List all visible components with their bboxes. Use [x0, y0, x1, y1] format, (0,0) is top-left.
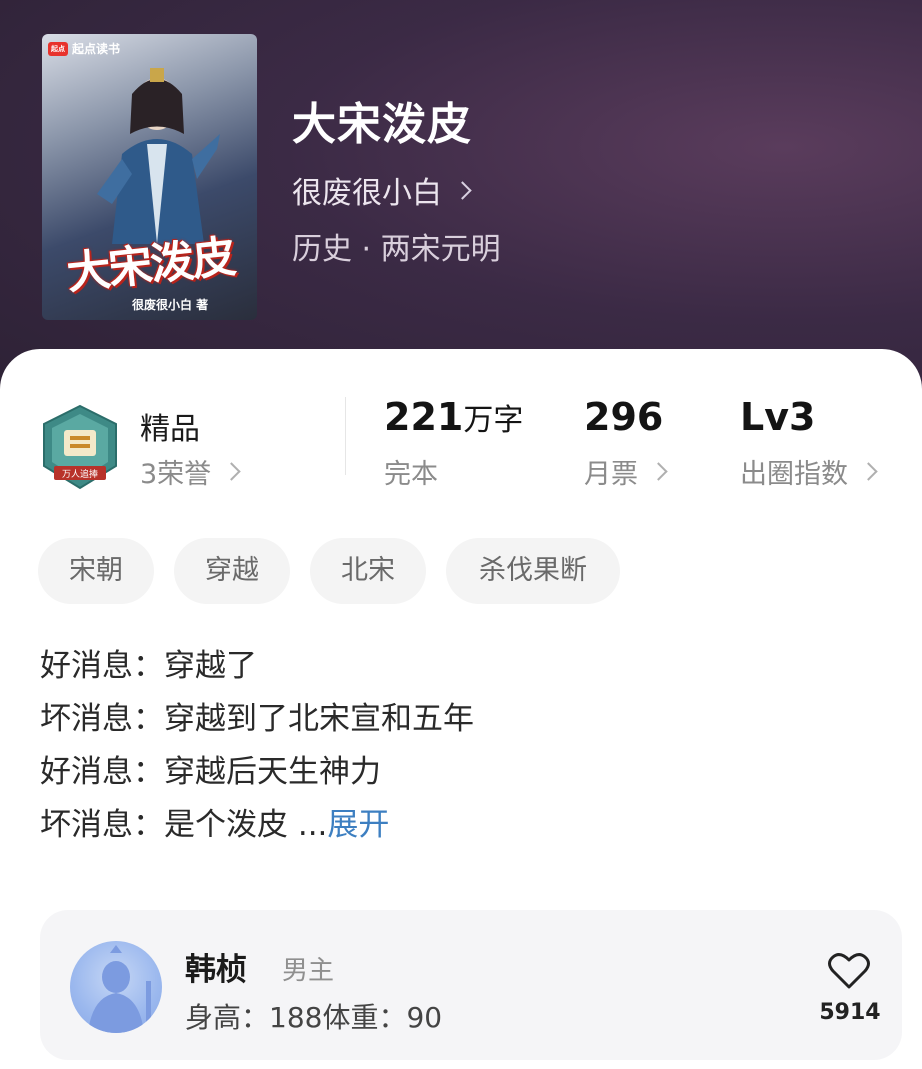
tag-chip[interactable]: 杀伐果断	[446, 538, 620, 604]
monthly-tickets-count: 296	[584, 395, 664, 439]
monthly-tickets-link[interactable]: 月票	[584, 452, 668, 491]
stats-divider	[345, 397, 346, 475]
description-line: 好消息：穿越后天生神力	[40, 754, 381, 790]
honor-badge-text: 万人追捧	[62, 468, 98, 480]
book-genre[interactable]: 历史 · 两宋元明	[292, 224, 501, 268]
author-name: 很废很小白	[292, 176, 442, 211]
character-avatar[interactable]	[70, 941, 162, 1033]
book-description: 好消息：穿越了 坏消息：穿越到了北宋宣和五年 好消息：穿越后天生神力 坏消息：是…	[40, 640, 474, 852]
monthly-tickets-label: 月票	[584, 459, 638, 490]
book-title: 大宋泼皮	[292, 99, 472, 150]
honors-link[interactable]: 3荣誉	[140, 452, 241, 491]
cover-author-art: 很废很小白 著	[132, 298, 209, 312]
qidian-badge: 起点 起点读书	[48, 40, 120, 57]
influence-index-label: 出圈指数	[740, 459, 848, 490]
word-count-number: 221	[384, 395, 464, 439]
character-role: 男主	[282, 956, 335, 986]
chevron-right-icon	[649, 462, 668, 481]
character-name: 韩桢	[185, 952, 247, 988]
book-cover[interactable]: 起点 起点读书 大宋泼皮 很废很小白 著	[42, 34, 257, 320]
honor-badge-icon[interactable]: 万人追捧	[40, 404, 120, 492]
qidian-logo-icon: 起点	[48, 41, 68, 56]
description-line-text: 坏消息：是个泼皮 ...	[40, 807, 328, 843]
tag-chip[interactable]: 北宋	[310, 538, 426, 604]
word-count-unit: 万字	[463, 403, 524, 438]
influence-level: Lv3	[740, 395, 816, 439]
qidian-badge-label: 起点读书	[72, 42, 121, 56]
cover-title-art: 大宋泼皮	[64, 231, 237, 300]
quality-label: 精品	[140, 412, 200, 447]
character-card[interactable]	[40, 910, 902, 1060]
book-status-label: 完本	[384, 459, 438, 490]
tag-chip[interactable]: 宋朝	[38, 538, 154, 604]
author-link[interactable]: 很废很小白	[292, 168, 472, 212]
chevron-right-icon	[453, 180, 472, 200]
description-line-last: 坏消息：是个泼皮 ...展开	[40, 799, 474, 852]
heart-icon[interactable]	[828, 952, 870, 990]
character-silhouette-icon	[88, 945, 151, 1033]
character-stats: 身高：188体重：90	[185, 1001, 443, 1034]
description-line: 坏消息：穿越到了北宋宣和五年	[40, 701, 474, 737]
cover-figure-illustration	[97, 68, 220, 244]
honors-count: 3荣誉	[140, 459, 212, 490]
description-line: 好消息：穿越了	[40, 648, 257, 684]
chevron-right-icon	[859, 462, 878, 481]
tag-chip[interactable]: 穿越	[174, 538, 290, 604]
chevron-right-icon	[222, 462, 241, 481]
like-count: 5914	[819, 1000, 881, 1025]
expand-link[interactable]: 展开	[327, 807, 389, 843]
influence-index-link[interactable]: 出圈指数	[740, 452, 878, 491]
word-count: 221万字	[384, 395, 523, 439]
book-status: 完本	[384, 452, 438, 491]
